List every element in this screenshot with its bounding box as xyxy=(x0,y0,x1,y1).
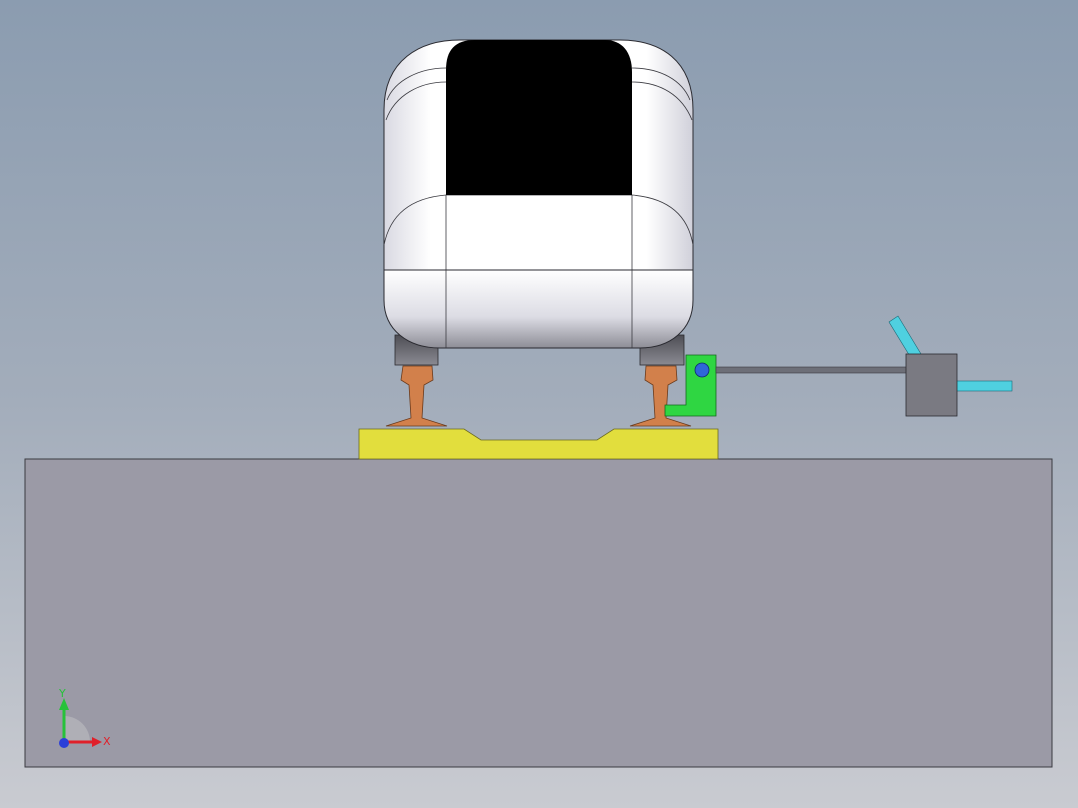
front-window[interactable] xyxy=(446,40,632,195)
left-rail[interactable] xyxy=(385,365,448,427)
cad-viewport[interactable]: Y X xyxy=(0,0,1078,808)
triad-y-label: Y xyxy=(58,687,66,700)
pivot-joint[interactable] xyxy=(694,362,710,378)
right-rail[interactable] xyxy=(629,365,692,427)
sensor-arm-horizontal[interactable] xyxy=(955,380,1013,392)
sensor-box[interactable] xyxy=(905,353,958,417)
triad-x-label: X xyxy=(103,735,111,748)
track-base[interactable] xyxy=(358,428,719,460)
connecting-rod[interactable] xyxy=(715,366,908,374)
sensor-arm-angled[interactable] xyxy=(888,315,922,359)
ground-block[interactable] xyxy=(24,458,1053,768)
